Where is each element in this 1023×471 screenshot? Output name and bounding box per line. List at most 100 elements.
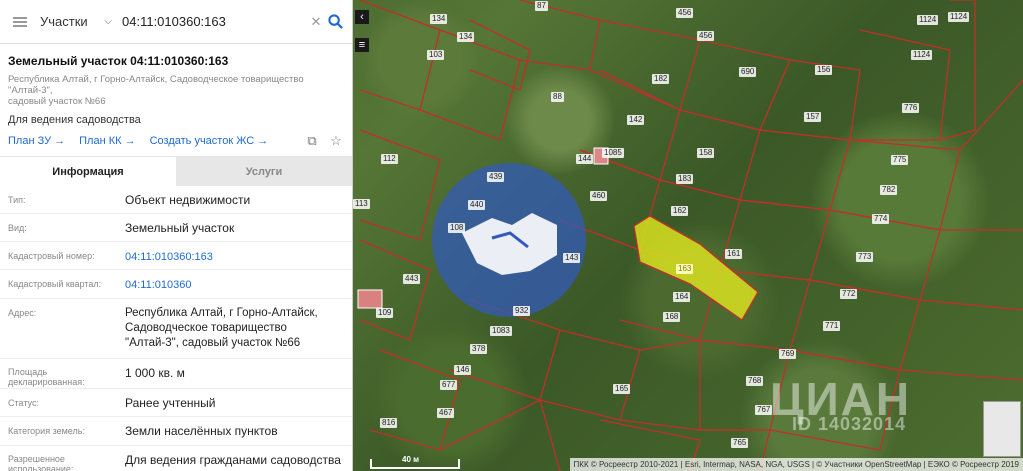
search-type-label: Участки (40, 14, 88, 29)
search-type-select[interactable]: Участки ⌵ (40, 14, 122, 29)
search-bar: Участки ⌵ ✕ (0, 0, 352, 44)
close-icon[interactable]: ✕ (308, 14, 324, 30)
detail-key: Статус: (8, 398, 39, 408)
watermark-id: ID 14032014 (792, 414, 907, 434)
cadastral-number-link[interactable]: 04:11:010360:163 (125, 242, 213, 269)
parcel-number-label: 774 (872, 214, 890, 224)
parcel-number-label: 109 (376, 308, 394, 318)
selected-parcel[interactable] (633, 215, 759, 321)
parcel-number-label: 134 (457, 32, 475, 42)
search-input[interactable] (122, 6, 308, 37)
parcel-number-label: 143 (563, 253, 581, 263)
detail-row: Тип: Объект недвижимости (0, 186, 352, 214)
cadastral-quarter-link[interactable]: 04:11:010360 (125, 270, 191, 298)
address-line: Республика Алтай, г Горно-Алтайск, Садов… (8, 74, 304, 96)
parcel-number-label: 142 (627, 115, 645, 125)
detail-row: Адрес: Республика Алтай, г Горно-Алтайск… (0, 299, 352, 359)
zoom-to-parcel-icon[interactable]: ⧉ (304, 133, 320, 149)
star-icon[interactable]: ☆ (328, 133, 344, 149)
parcel-number-label: 690 (739, 67, 757, 77)
parcel-title: Земельный участок 04:11:010360:163 (8, 54, 229, 68)
parcel-number-label: 183 (676, 174, 694, 184)
selected-parcel-label[interactable]: 163 (676, 264, 694, 274)
info-panel: Участки ⌵ ✕ Земельный участок 04:11:0103… (0, 0, 353, 471)
parcel-number-label: 164 (673, 292, 691, 302)
detail-value: Земельный участок (125, 221, 235, 235)
parcel-number-label: 113 (353, 199, 370, 209)
detail-key: Тип: (8, 195, 26, 205)
parcel-number-label: 467 (437, 408, 455, 418)
menu-icon[interactable] (0, 0, 40, 44)
search-icon[interactable] (324, 11, 346, 33)
parcel-number-label: 88 (551, 92, 564, 102)
parcel-number-label: 182 (652, 74, 670, 84)
detail-key: Площадь декларированная: (8, 367, 85, 387)
parcel-number-label: 103 (427, 50, 445, 60)
parcel-purpose: Для ведения садоводства (8, 114, 141, 126)
detail-value: Ранее учтенный (125, 396, 216, 410)
minimap[interactable] (983, 401, 1021, 457)
parcel-number-label: 816 (380, 418, 398, 428)
plan-kk-link[interactable]: План КК → (79, 135, 135, 147)
parcel-number-label: 1085 (602, 148, 624, 158)
collapse-panel-icon[interactable]: ‹ (355, 10, 369, 24)
detail-row: Статус: Ранее учтенный (0, 389, 352, 417)
parcel-number-label: 1124 (948, 12, 970, 22)
detail-value: 1 000 кв. м (125, 366, 185, 380)
create-zhs-link[interactable]: Создать участок ЖС → (150, 135, 269, 147)
parcel-number-label: 772 (840, 289, 858, 299)
detail-key: Категория земель: (8, 426, 85, 436)
detail-key: Адрес: (8, 308, 37, 318)
detail-value: Республика Алтай, г Горно-Алтайск, Садов… (125, 307, 318, 349)
detail-key: Разрешенное использование: (8, 454, 74, 471)
parcel-number-label: 773 (856, 252, 874, 262)
parcel-number-label: 156 (815, 65, 833, 75)
detail-row: Вид: Земельный участок (0, 214, 352, 242)
parcel-number-label: 168 (663, 312, 681, 322)
parcel-number-label: 765 (731, 438, 749, 448)
detail-row: Кадастровый квартал: 04:11:010360 (0, 270, 352, 299)
parcel-number-label: 769 (779, 349, 797, 359)
parcel-number-label: 771 (823, 321, 841, 331)
parcel-number-label: 439 (487, 172, 505, 182)
layers-icon[interactable]: ≡ (355, 38, 369, 52)
detail-row: Площадь декларированная: 1 000 кв. м (0, 359, 352, 389)
detail-key: Вид: (8, 223, 27, 233)
plan-zu-link[interactable]: План ЗУ → (8, 135, 65, 147)
detail-row: Категория земель: Земли населённых пункт… (0, 417, 352, 446)
parcel-number-label: 146 (454, 365, 472, 375)
parcel-details: Тип: Объект недвижимости Вид: Земельный … (0, 186, 352, 471)
detail-row: Кадастровый номер: 04:11:010360:163 (0, 242, 352, 270)
parcel-number-label: 134 (430, 14, 448, 24)
parcel-number-label: 456 (676, 8, 694, 18)
parcel-number-label: 768 (746, 376, 764, 386)
address-line: садовый участок №66 (8, 96, 106, 107)
parcel-number-label: 1124 (911, 50, 933, 60)
parcel-number-label: 161 (725, 249, 743, 259)
parcel-number-label: 378 (470, 344, 488, 354)
parcel-number-label: 443 (403, 274, 421, 284)
parcel-number-label: 782 (880, 185, 898, 195)
parcel-number-label: 440 (468, 200, 486, 210)
parcel-number-label: 1083 (490, 326, 512, 336)
parcel-number-label: 108 (448, 223, 466, 233)
parcel-number-label: 162 (671, 206, 689, 216)
detail-value: Объект недвижимости (125, 193, 251, 207)
tab-info[interactable]: Информация (0, 157, 176, 186)
parcel-number-label: 775 (891, 155, 909, 165)
detail-key: Кадастровый номер: (8, 251, 95, 261)
parcel-number-label: 87 (535, 1, 548, 11)
parcel-number-label: 456 (697, 31, 715, 41)
scale-label: 40 м (402, 455, 420, 464)
tab-services[interactable]: Услуги (176, 157, 352, 186)
chevron-down-icon: ⌵ (104, 16, 112, 27)
parcel-address-summary: Республика Алтай, г Горно-Алтайск, Садов… (8, 74, 344, 107)
parcel-number-label: 460 (590, 191, 608, 201)
tab-bar: Информация Услуги (0, 156, 352, 186)
parcel-number-label: 776 (902, 103, 920, 113)
parcel-number-label: 144 (576, 154, 594, 164)
action-links: План ЗУ → План КК → Создать участок ЖС →… (8, 133, 344, 149)
parcel-number-label: 157 (804, 112, 822, 122)
watermark-logo (432, 163, 586, 317)
parcel-number-label: 1124 (917, 15, 939, 25)
